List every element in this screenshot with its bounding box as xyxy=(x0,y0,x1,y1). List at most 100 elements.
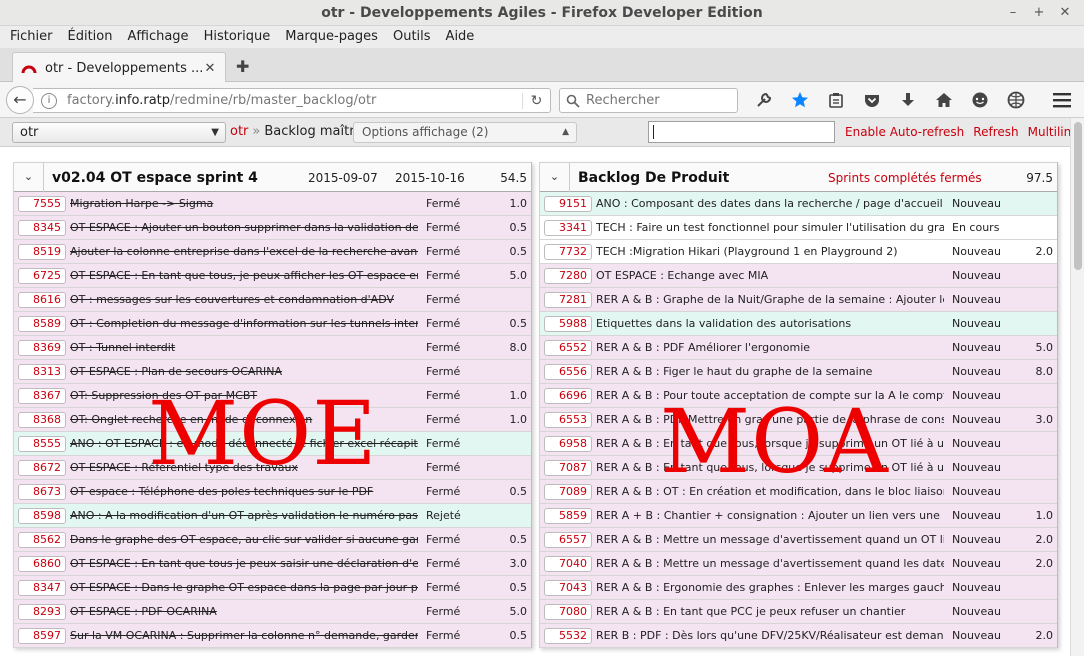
story-status[interactable]: Nouveau xyxy=(952,437,1001,450)
story-points[interactable]: 2.0 xyxy=(1036,557,1054,570)
story-status[interactable]: Nouveau xyxy=(952,557,1001,570)
story-id-link[interactable]: 7280 xyxy=(544,268,592,284)
wrench-icon[interactable] xyxy=(746,88,782,112)
story-points[interactable]: 8.0 xyxy=(510,341,528,354)
story-id-link[interactable]: 6725 xyxy=(18,268,66,284)
story-row[interactable]: 6860 OT ESPACE : En tant que tous je peux… xyxy=(14,552,531,576)
story-subject[interactable]: ANO : Composant des dates dans la recher… xyxy=(596,197,944,210)
story-points[interactable]: 5.0 xyxy=(510,269,528,282)
story-points[interactable]: 5.0 xyxy=(1036,341,1054,354)
info-icon[interactable]: i xyxy=(41,92,57,109)
story-status[interactable]: Fermé xyxy=(426,605,460,618)
story-id-link[interactable]: 8369 xyxy=(18,340,66,356)
story-id-link[interactable]: 8673 xyxy=(18,484,66,500)
story-id-link[interactable]: 6552 xyxy=(544,340,592,356)
story-row[interactable]: 8555 ANO : OT ESPACE : en mode déconnecté… xyxy=(14,432,531,456)
story-row[interactable]: 7080 RER A & B : En tant que PCC je peux … xyxy=(540,600,1057,624)
story-row[interactable]: 3341 TECH : Faire un test fonctionnel pou… xyxy=(540,216,1057,240)
story-id-link[interactable]: 9151 xyxy=(544,196,592,212)
story-subject[interactable]: Sur la VM OCARINA : Supprimer la colonne… xyxy=(70,629,418,642)
back-button[interactable]: ← xyxy=(6,86,34,114)
story-status[interactable]: En cours xyxy=(952,221,999,234)
story-status[interactable]: Nouveau xyxy=(952,629,1001,642)
story-subject[interactable]: OT : Tunnel interdit xyxy=(70,341,418,354)
project-select[interactable]: otr ▼ xyxy=(12,122,226,143)
story-subject[interactable]: OT ESPACE : En tant que tous je peux sai… xyxy=(70,557,418,570)
story-row[interactable]: 6958 RER A & B : En tant que tous, lorsqu… xyxy=(540,432,1057,456)
story-id-link[interactable]: 5859 xyxy=(544,508,592,524)
story-status[interactable]: Fermé xyxy=(426,581,460,594)
tab-close-icon[interactable]: ✕ xyxy=(203,61,217,76)
story-id-link[interactable]: 7281 xyxy=(544,292,592,308)
menu-hamburger-icon[interactable] xyxy=(1050,90,1074,110)
story-subject[interactable]: RER A & B : En tant que tous, lorsque je… xyxy=(596,461,944,474)
story-id-link[interactable]: 8313 xyxy=(18,364,66,380)
close-window-button[interactable]: ✕ xyxy=(1052,0,1078,26)
story-subject[interactable]: OT ESPACE : Plan de secours OCARINA xyxy=(70,365,418,378)
story-status[interactable]: Fermé xyxy=(426,365,460,378)
story-subject[interactable]: RER A & B : Pour toute acceptation de co… xyxy=(596,389,944,402)
story-points[interactable]: 0.5 xyxy=(510,581,528,594)
story-status[interactable]: Nouveau xyxy=(952,581,1001,594)
story-row[interactable]: 7040 RER A & B : Mettre un message d'aver… xyxy=(540,552,1057,576)
story-id-link[interactable]: 8347 xyxy=(18,580,66,596)
story-subject[interactable]: ANO : A la modification d'un OT après va… xyxy=(70,509,418,522)
clipboard-icon[interactable] xyxy=(818,88,854,112)
new-tab-icon[interactable]: ✚ xyxy=(236,57,249,76)
story-subject[interactable]: Dans le graphe des OT espace, au clic su… xyxy=(70,533,418,546)
story-status[interactable]: Fermé xyxy=(426,317,460,330)
tab-otr[interactable]: otr - Developpements ... ✕ xyxy=(12,52,226,83)
story-subject[interactable]: Ajouter la colonne entreprise dans l'exc… xyxy=(70,245,418,258)
sprint-name[interactable]: v02.04 OT espace sprint 4 xyxy=(52,170,258,186)
story-row[interactable]: 6725 OT ESPACE : En tant que tous, je peu… xyxy=(14,264,531,288)
story-status[interactable]: Nouveau xyxy=(952,197,1001,210)
story-points[interactable]: 0.5 xyxy=(510,533,528,546)
story-subject[interactable]: OT ESPACE : En tant que tous, je peux af… xyxy=(70,269,418,282)
refresh-link[interactable]: Refresh xyxy=(973,125,1018,139)
story-row[interactable]: 7087 RER A & B : En tant que tous, lorsqu… xyxy=(540,456,1057,480)
menu-aide[interactable]: Aide xyxy=(440,26,484,48)
scrollbar-thumb[interactable] xyxy=(1074,122,1082,270)
story-subject[interactable]: RER A & B : Figer le haut du graphe de l… xyxy=(596,365,944,378)
story-points[interactable]: 0.5 xyxy=(510,245,528,258)
story-status[interactable]: Nouveau xyxy=(952,317,1001,330)
story-id-link[interactable]: 8555 xyxy=(18,436,66,452)
story-row[interactable]: 8367 OT: Suppression des OT par MCBT Fermé… xyxy=(14,384,531,408)
collapse-chevron-icon[interactable]: ⌄ xyxy=(540,163,570,192)
story-points[interactable]: 0.5 xyxy=(510,221,528,234)
story-row[interactable]: 6556 RER A & B : Figer le haut du graphe … xyxy=(540,360,1057,384)
story-points[interactable]: 1.0 xyxy=(510,389,528,402)
story-status[interactable]: Nouveau xyxy=(952,533,1001,546)
story-row[interactable]: 8589 OT : Completion du message d'informa… xyxy=(14,312,531,336)
star-icon[interactable] xyxy=(782,88,818,112)
maximize-button[interactable]: + xyxy=(1026,0,1052,26)
story-row[interactable]: 8672 OT ESPACE : Référentiel type des tra… xyxy=(14,456,531,480)
story-id-link[interactable]: 8367 xyxy=(18,388,66,404)
story-id-link[interactable]: 5988 xyxy=(544,316,592,332)
story-id-link[interactable]: 3341 xyxy=(544,220,592,236)
menu-edition[interactable]: Édition xyxy=(62,26,122,48)
story-subject[interactable]: OT ESPACE : PDF OCARINA xyxy=(70,605,418,618)
story-subject[interactable]: OT: Onglet recherche en mode déconnexion xyxy=(70,413,418,426)
menu-fichier[interactable]: Fichier xyxy=(4,26,62,48)
home-icon[interactable] xyxy=(926,88,962,112)
story-id-link[interactable]: 6958 xyxy=(544,436,592,452)
multiline-link[interactable]: Multiline xyxy=(1028,125,1070,139)
story-id-link[interactable]: 6860 xyxy=(18,556,66,572)
story-id-link[interactable]: 8589 xyxy=(18,316,66,332)
story-subject[interactable]: RER A & B : Mettre un message d'avertiss… xyxy=(596,557,944,570)
search-input[interactable] xyxy=(586,93,736,108)
story-row[interactable]: 8519 Ajouter la colonne entreprise dans l… xyxy=(14,240,531,264)
story-id-link[interactable]: 8562 xyxy=(18,532,66,548)
story-row[interactable]: 7089 RER A & B : OT : En création et modi… xyxy=(540,480,1057,504)
story-subject[interactable]: OT ESPACE : Référentiel type des travaux xyxy=(70,461,418,474)
story-status[interactable]: Rejeté xyxy=(426,509,461,522)
story-row[interactable]: 5988 Etiquettes dans la validation des au… xyxy=(540,312,1057,336)
story-points[interactable]: 3.0 xyxy=(1036,413,1054,426)
story-status[interactable]: Fermé xyxy=(426,413,460,426)
story-status[interactable]: Fermé xyxy=(426,461,460,474)
story-points[interactable]: 1.0 xyxy=(1036,509,1054,522)
story-status[interactable]: Nouveau xyxy=(952,461,1001,474)
story-id-link[interactable]: 6553 xyxy=(544,412,592,428)
story-subject[interactable]: Migration Harpe -> Sigma xyxy=(70,197,418,210)
